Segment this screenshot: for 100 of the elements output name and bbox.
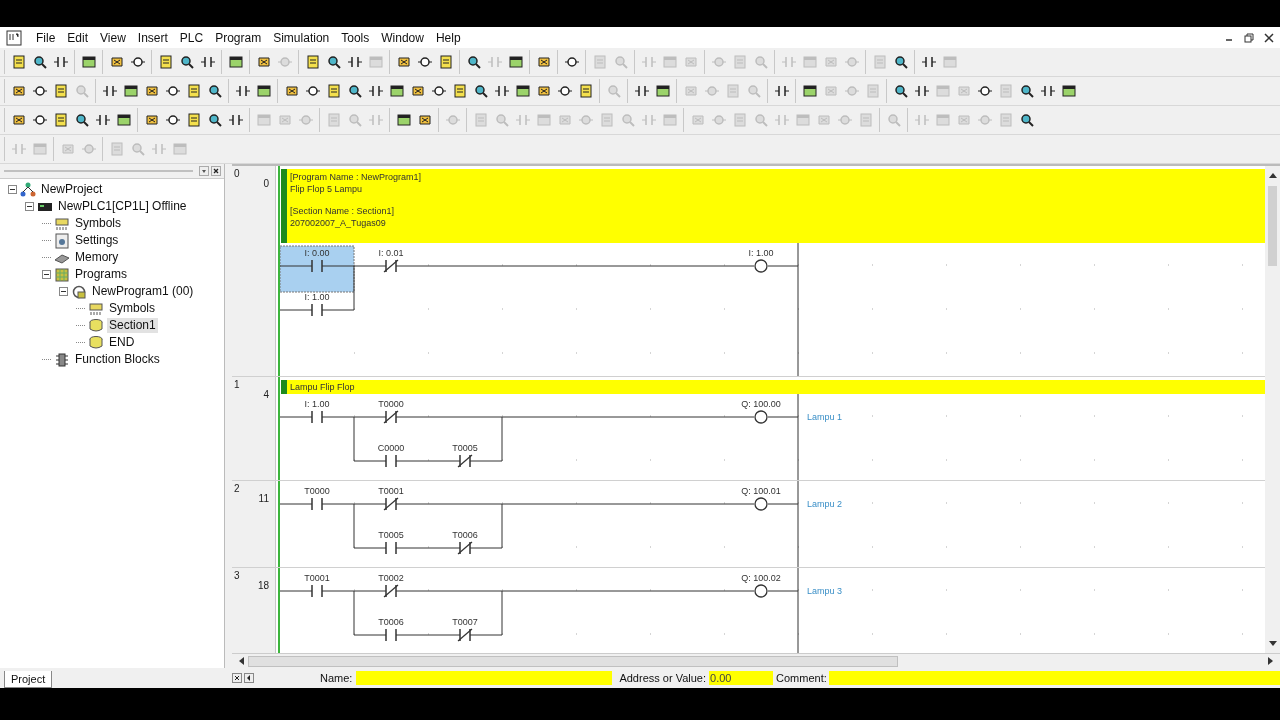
tool-icon bbox=[745, 83, 762, 99]
tree-item[interactable]: Symbols bbox=[107, 301, 157, 316]
closed-contact[interactable] bbox=[383, 584, 399, 598]
expander-button[interactable] bbox=[25, 202, 34, 211]
tool-icon bbox=[206, 112, 223, 128]
open-contact[interactable] bbox=[385, 628, 397, 642]
expander-button[interactable] bbox=[59, 287, 68, 296]
address-label: Address or Value: bbox=[619, 670, 707, 686]
address-field[interactable]: 0.00 bbox=[709, 671, 774, 685]
open-contact[interactable] bbox=[311, 259, 323, 273]
contact-label: I: 1.00 bbox=[304, 292, 330, 302]
symbols-icon bbox=[54, 215, 70, 232]
menu-item[interactable]: Program bbox=[209, 28, 268, 47]
open-contact[interactable] bbox=[311, 410, 323, 424]
tree-item[interactable]: Settings bbox=[73, 233, 121, 248]
menu-item[interactable]: Insert bbox=[131, 28, 174, 47]
tool-icon bbox=[920, 54, 937, 70]
closed-contact[interactable] bbox=[383, 259, 399, 273]
scroll-thumb[interactable] bbox=[248, 655, 898, 667]
tool-icon bbox=[346, 54, 363, 70]
menu-item[interactable]: PLC bbox=[173, 28, 210, 47]
menu-item[interactable]: View bbox=[94, 28, 132, 47]
coil-label: Q: 100.02 bbox=[741, 573, 781, 583]
expander-button[interactable] bbox=[8, 185, 17, 194]
comment-label: Comment: bbox=[776, 670, 827, 686]
tool-icon bbox=[556, 112, 573, 128]
menu-item[interactable]: Edit bbox=[61, 28, 95, 47]
closed-contact[interactable] bbox=[457, 628, 473, 642]
tree-item[interactable]: NewProgram1 (00) bbox=[90, 284, 196, 299]
closed-contact[interactable] bbox=[457, 454, 473, 468]
menu-item[interactable]: Window bbox=[375, 28, 430, 47]
open-contact[interactable] bbox=[311, 497, 323, 511]
name-field[interactable] bbox=[356, 671, 613, 685]
output-coil[interactable] bbox=[754, 584, 768, 598]
vertical-scrollbar[interactable] bbox=[1265, 166, 1280, 653]
step-number: 11 bbox=[258, 492, 269, 506]
tool-icon bbox=[255, 112, 272, 128]
contact-label: I: 0.01 bbox=[378, 248, 404, 258]
coil-label: I: 1.00 bbox=[748, 248, 774, 258]
tree-item[interactable]: Programs bbox=[73, 267, 129, 282]
scroll-thumb[interactable] bbox=[1268, 186, 1277, 266]
open-contact[interactable] bbox=[311, 303, 323, 317]
open-contact[interactable] bbox=[385, 454, 397, 468]
down-arrow-icon[interactable] bbox=[1268, 641, 1277, 647]
tool-icon bbox=[661, 54, 678, 70]
tool-icon bbox=[955, 83, 972, 99]
tool-icon bbox=[31, 83, 48, 99]
dropdown-icon[interactable] bbox=[199, 166, 209, 176]
tool-icon bbox=[430, 83, 447, 99]
project-tab[interactable]: Project bbox=[4, 671, 53, 688]
tool-icon bbox=[472, 112, 489, 128]
contact-label: T0005 bbox=[452, 443, 478, 453]
tree-item[interactable]: Memory bbox=[73, 250, 121, 265]
tool-icon bbox=[444, 112, 461, 128]
contact-label: T0002 bbox=[378, 573, 404, 583]
tree-item[interactable]: NewPLC1[CP1L] Offline bbox=[56, 199, 189, 214]
closed-contact[interactable] bbox=[457, 541, 473, 555]
open-contact[interactable] bbox=[311, 584, 323, 598]
left-arrow-icon[interactable] bbox=[238, 657, 244, 665]
expander-button[interactable] bbox=[42, 270, 51, 279]
output-coil[interactable] bbox=[754, 497, 768, 511]
tool-icon bbox=[185, 112, 202, 128]
tool-icon bbox=[10, 83, 27, 99]
menu-item[interactable]: Simulation bbox=[267, 28, 336, 47]
closed-contact[interactable] bbox=[383, 497, 399, 511]
menu-item[interactable]: Tools bbox=[335, 28, 376, 47]
rung-number: 2 bbox=[234, 482, 240, 496]
menu-item[interactable]: Help bbox=[429, 28, 467, 47]
tree-item[interactable]: END bbox=[107, 335, 137, 350]
tool-icon bbox=[416, 112, 433, 128]
tool-icon bbox=[108, 54, 125, 70]
tool-icon bbox=[297, 112, 314, 128]
menu-item[interactable]: File bbox=[30, 28, 62, 47]
up-arrow-icon[interactable] bbox=[1268, 172, 1277, 178]
tool-icon bbox=[283, 83, 300, 99]
output-coil[interactable] bbox=[754, 410, 768, 424]
contact-label: T0007 bbox=[452, 617, 478, 627]
comment-text: [Section Name : Section1] bbox=[290, 205, 396, 217]
close-icon[interactable] bbox=[232, 673, 242, 683]
tree-item[interactable]: NewProject bbox=[39, 182, 105, 197]
output-coil[interactable] bbox=[754, 259, 768, 273]
closed-contact[interactable] bbox=[383, 410, 399, 424]
tool-icon bbox=[773, 112, 790, 128]
open-contact[interactable] bbox=[385, 541, 397, 555]
tool-icon bbox=[724, 83, 741, 99]
tool-icon bbox=[612, 54, 629, 70]
tool-icon bbox=[143, 112, 160, 128]
close-icon[interactable] bbox=[211, 166, 221, 176]
tool-icon bbox=[1060, 83, 1077, 99]
project-icon bbox=[20, 181, 36, 198]
horizontal-scrollbar[interactable] bbox=[232, 653, 1280, 668]
right-arrow-icon[interactable] bbox=[1268, 657, 1274, 665]
restore-icon[interactable] bbox=[1244, 32, 1254, 43]
tree-item[interactable]: Symbols bbox=[73, 216, 123, 231]
tool-icon bbox=[794, 112, 811, 128]
close-icon[interactable] bbox=[1264, 32, 1274, 43]
tree-item[interactable]: Section1 bbox=[107, 318, 158, 333]
minus-icon bbox=[60, 288, 67, 295]
comment-field[interactable] bbox=[828, 671, 1280, 685]
tree-item[interactable]: Function Blocks bbox=[73, 352, 162, 367]
